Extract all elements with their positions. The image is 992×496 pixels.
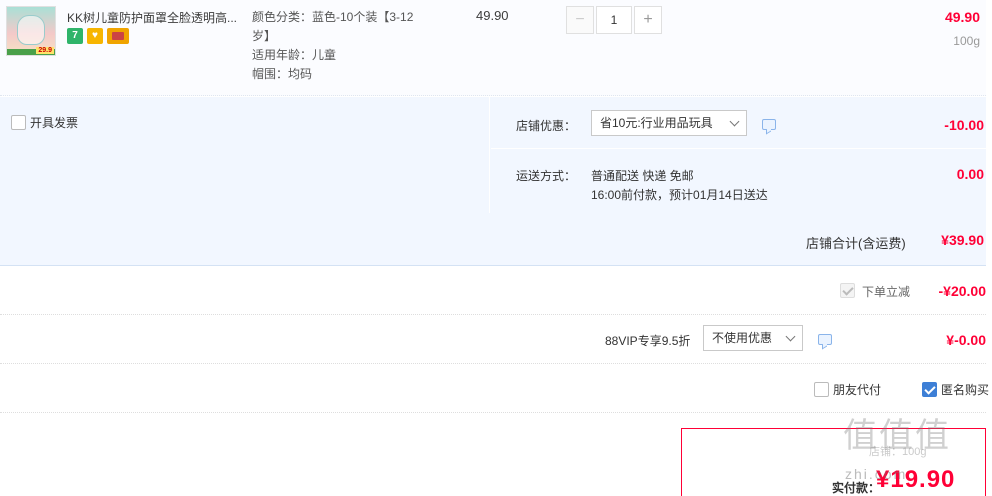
quantity-value: 1: [610, 13, 618, 27]
shop-total-label: 店铺合计(含运费): [806, 236, 906, 251]
vip-discount-value: 不使用优惠: [712, 331, 773, 345]
quantity-input[interactable]: 1: [596, 6, 632, 34]
shop-total-amount: ¥39.90: [941, 232, 984, 248]
watermark-logo: 值值值: [843, 416, 951, 456]
shipping-method: 普通配送 快递 免邮: [591, 169, 694, 183]
shop-discount-label: 店铺优惠：: [516, 119, 577, 133]
line-total: 49.90: [944, 9, 980, 25]
instant-discount-label: 下单立减: [862, 285, 911, 299]
guarantee-icon: ♥: [87, 28, 103, 44]
mask-image: [17, 15, 45, 45]
shipping-eta: 16:00前付款，预计01月14日送达: [591, 188, 768, 202]
sku-size: 帽围：均码: [252, 67, 313, 81]
invoice-option[interactable]: 开具发票: [11, 114, 78, 131]
anonymous-purchase-label: 匿名购买: [941, 383, 990, 397]
vip-row: [0, 316, 986, 364]
card-payment-icon: [107, 28, 129, 44]
quantity-increase-button[interactable]: +: [634, 6, 662, 34]
friend-pay-checkbox[interactable]: [814, 382, 829, 397]
message-icon[interactable]: [762, 119, 776, 130]
instant-discount-amount: -¥20.00: [938, 283, 986, 299]
sku-age: 适用年龄：儿童: [252, 48, 337, 62]
shop-discount-value: 省10元:行业用品玩具: [600, 116, 713, 130]
vip-discount-amount: ¥-0.00: [946, 332, 986, 348]
invoice-label: 开具发票: [30, 116, 79, 130]
shop-discount-amount: -10.00: [944, 117, 984, 133]
vip-label: 88VIP专享9.5折: [605, 334, 691, 348]
watermark-url: zhi.com: [845, 466, 908, 482]
vip-discount-select[interactable]: 不使用优惠: [703, 325, 803, 351]
anonymous-purchase-checkbox[interactable]: [922, 382, 937, 397]
product-sku-info: 颜色分类：蓝色-10个装【3-12 岁】 适用年龄：儿童 帽围：均码: [252, 8, 442, 84]
unit-price: 49.90: [476, 8, 509, 23]
quantity-decrease-button[interactable]: −: [566, 6, 594, 34]
invoice-checkbox[interactable]: [11, 115, 26, 130]
sku-color: 颜色分类：蓝色-10个装【3-12: [252, 10, 414, 24]
quantity-stepper: − 1 +: [566, 6, 662, 34]
anonymous-purchase-option[interactable]: 匿名购买: [918, 381, 989, 398]
instant-discount-checkbox: [840, 283, 855, 299]
friend-pay-label: 朋友代付: [833, 383, 882, 397]
shipping-label: 运送方式：: [516, 169, 577, 183]
thumbnail-price-tag: 29.9: [36, 47, 54, 54]
shop-discount-select[interactable]: 省10元:行业用品玩具: [591, 110, 747, 136]
message-icon[interactable]: [818, 334, 832, 345]
product-thumbnail[interactable]: 29.9: [6, 6, 56, 56]
shipping-fee: 0.00: [956, 166, 984, 182]
friend-pay-option[interactable]: 朋友代付: [810, 381, 881, 398]
chevron-down-icon: [729, 116, 740, 127]
instant-discount-row: [0, 267, 986, 315]
chevron-down-icon: [785, 331, 796, 342]
product-weight: 100g: [953, 34, 980, 48]
seven-day-return-icon: 7: [67, 28, 83, 44]
sku-color-cont: 岁】: [252, 29, 277, 43]
product-title[interactable]: KK树儿童防护面罩全脸透明高...: [67, 9, 242, 26]
